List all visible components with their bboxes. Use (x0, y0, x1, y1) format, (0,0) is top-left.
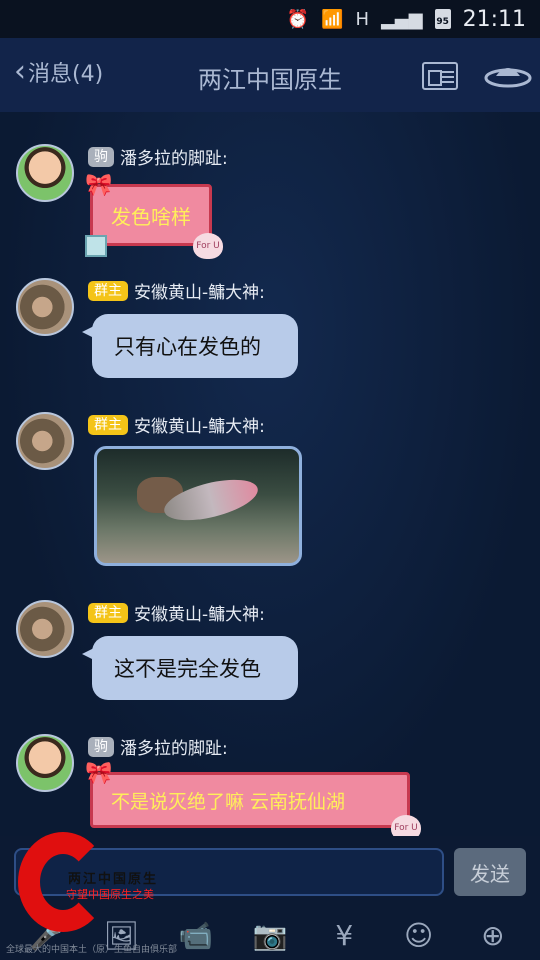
plus-icon[interactable]: ⊕ (473, 915, 513, 955)
sender-name: 安徽黄山-鳙大神: (134, 417, 265, 437)
alarm-icon: ⏰ (286, 8, 310, 30)
gift-box-icon (85, 235, 107, 257)
message-text: 不是说灭绝了嘛 云南抚仙湖 (111, 790, 346, 813)
clock: 21:11 (462, 6, 526, 32)
send-button[interactable]: 发送 (454, 848, 526, 896)
sender-name: 潘多拉的脚趾: (120, 149, 228, 169)
bow-icon: 🎀 (85, 173, 113, 198)
page-title: 两江中国原生 (198, 66, 342, 94)
avatar[interactable] (16, 144, 74, 202)
image-message[interactable] (94, 446, 302, 566)
chat-area[interactable]: 驹 潘多拉的脚趾: 🎀 发色啥样 For U 群主 安徽黄山-鳙大神: 只有心在… (0, 112, 540, 841)
sender-name: 潘多拉的脚趾: (120, 739, 228, 759)
sender-name: 安徽黄山-鳙大神: (134, 283, 265, 303)
gift-bubble[interactable]: 🎀 发色啥样 For U (85, 173, 223, 259)
watermark-line1: 两江中国原生 (68, 872, 159, 887)
watermark-logo: 两江中国原生 守望中国原生之美 全球最大的中国本土（原）生鱼自由俱乐部 (0, 832, 190, 960)
watermark-line3: 全球最大的中国本土（原）生鱼自由俱乐部 (6, 945, 178, 955)
message-bubble[interactable]: 这不是完全发色 (82, 636, 298, 700)
message-bubble[interactable]: 只有心在发色的 (82, 314, 298, 378)
ufo-icon[interactable] (484, 58, 532, 92)
message-text: 只有心在发色的 (114, 335, 261, 359)
nav-bar: ‹ 消息(4) 两江中国原生 (0, 38, 540, 112)
bow-icon: 🎀 (85, 761, 113, 786)
member-tag: 驹 (88, 146, 114, 167)
avatar[interactable] (16, 734, 74, 792)
avatar[interactable] (16, 278, 74, 336)
watermark-line2: 守望中国原生之美 (66, 888, 154, 901)
wifi-icon: 📶 (321, 8, 344, 30)
avatar[interactable] (16, 412, 74, 470)
gift-bubble[interactable]: 🎀 不是说灭绝了嘛 云南抚仙湖 For U (85, 761, 421, 841)
member-tag: 驹 (88, 736, 114, 757)
status-bar: ⏰ 📶 H ▂▄▆ 95 21:11 (0, 0, 540, 38)
admin-tag: 群主 (88, 602, 128, 623)
emoji-icon[interactable]: ☺ (399, 915, 439, 955)
admin-tag: 群主 (88, 414, 128, 435)
signal-icon: ▂▄▆ (381, 8, 423, 30)
admin-tag: 群主 (88, 280, 128, 301)
group-card-icon[interactable] (422, 62, 458, 90)
message-text: 发色啥样 (111, 204, 191, 229)
message-text: 这不是完全发色 (114, 657, 261, 681)
network-type: H (355, 8, 370, 30)
camera-icon[interactable]: 📷 (250, 915, 290, 955)
heart-sticker: For U (193, 233, 223, 259)
red-packet-icon[interactable]: ¥ (324, 915, 364, 955)
avatar[interactable] (16, 600, 74, 658)
sender-name: 安徽黄山-鳙大神: (134, 605, 265, 625)
battery-icon: 95 (434, 9, 451, 29)
